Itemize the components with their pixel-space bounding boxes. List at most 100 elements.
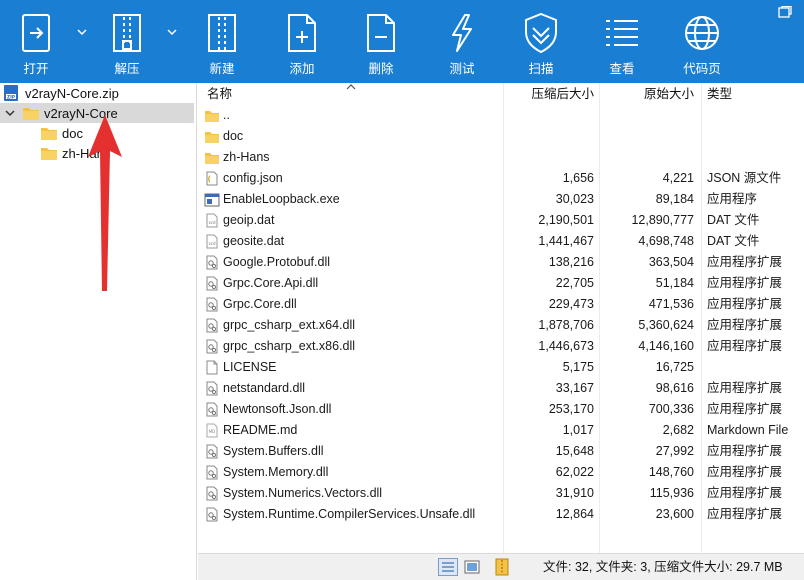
dll-file-icon (206, 297, 218, 312)
file-row[interactable]: .. (198, 105, 804, 126)
file-compressed-size: 1,446,673 (538, 339, 594, 353)
file-compressed-size: 1,656 (562, 171, 594, 185)
tree-item-archive[interactable]: ZIP v2rayN-Core.zip (3, 83, 193, 103)
blank-file-icon (206, 360, 218, 375)
file-row[interactable]: doc (198, 126, 804, 147)
scan-button[interactable]: 扫描 (517, 0, 565, 83)
file-name: doc (223, 129, 244, 143)
file-name: Newtonsoft.Json.dll (223, 402, 332, 416)
column-header-original[interactable]: 原始大小 (596, 83, 694, 105)
file-row[interactable]: System.Runtime.CompilerServices.Unsafe.d… (198, 504, 804, 525)
red-arrow-annotation (88, 115, 122, 291)
file-name: System.Memory.dll (223, 465, 329, 479)
file-compressed-size (508, 105, 594, 126)
exe-file-icon (204, 193, 220, 207)
file-original-size: 700,336 (648, 402, 694, 416)
file-name: zh-Hans (223, 150, 270, 164)
chevron-down-icon[interactable] (4, 107, 16, 119)
file-original-size: 27,992 (655, 444, 694, 458)
file-row[interactable]: grpc_csharp_ext.x86.dll 1,446,673 4,146,16… (198, 336, 804, 357)
status-text: 文件: 32, 文件夹: 3, 压缩文件大小: 29.7 MB (543, 560, 783, 574)
shield-icon (519, 10, 563, 56)
file-type: 应用程序扩展 (707, 381, 783, 395)
file-original-size: 16,725 (655, 360, 694, 374)
column-header-name[interactable]: 名称 (207, 83, 507, 105)
file-row[interactable]: System.Buffers.dll 15,648 27,992 应用程序扩展 (198, 441, 804, 462)
file-row[interactable]: System.Memory.dll 62,022 148,760 应用程序扩展 (198, 462, 804, 483)
file-type: 应用程序扩展 (707, 339, 783, 353)
file-compressed-size: 1,017 (562, 423, 594, 437)
delete-button[interactable]: 删除 (357, 0, 405, 83)
folder-icon (205, 153, 219, 164)
file-row[interactable]: config.json 1,656 4,221 JSON 源文件 (198, 168, 804, 189)
dll-file-icon (206, 276, 218, 291)
file-name: README.md (223, 423, 298, 437)
column-name-label: 名称 (207, 87, 233, 101)
dll-file-icon (206, 339, 218, 354)
file-original-size: 363,504 (648, 255, 694, 269)
file-original-size: 51,184 (655, 276, 694, 290)
file-type: 应用程序扩展 (707, 486, 783, 500)
file-original-size: 115,936 (649, 486, 694, 500)
file-row[interactable]: LICENSE 5,175 16,725 (198, 357, 804, 378)
details-view-icon[interactable] (438, 558, 458, 576)
zip-archive-icon: ZIP (4, 85, 18, 101)
test-button[interactable]: 测试 (438, 0, 486, 83)
md-file-icon: MD (206, 423, 218, 438)
scan-label: 扫描 (528, 62, 554, 76)
file-compressed-size: 31,910 (555, 486, 594, 500)
file-row[interactable]: EnableLoopback.exe 30,023 89,184 应用程序 (198, 189, 804, 210)
add-button[interactable]: 添加 (278, 0, 326, 83)
file-original-size: 4,221 (662, 171, 694, 185)
file-type: 应用程序扩展 (707, 444, 783, 458)
file-row[interactable]: Google.Protobuf.dll 138,216 363,504 应用程序扩展 (198, 252, 804, 273)
file-compressed-size: 62,022 (555, 465, 594, 479)
file-type: 应用程序扩展 (707, 255, 783, 269)
file-type: JSON 源文件 (707, 171, 782, 185)
file-name: EnableLoopback.exe (223, 192, 340, 206)
delete-label: 删除 (368, 62, 394, 76)
codepage-button[interactable]: 代码页 (678, 0, 726, 83)
file-type: 应用程序扩展 (707, 465, 783, 479)
view-button[interactable]: 查看 (598, 0, 646, 83)
dll-file-icon (206, 381, 218, 396)
folder-icon (41, 148, 57, 160)
column-header-type[interactable]: 类型 (707, 83, 797, 105)
file-compressed-size (508, 126, 594, 147)
file-row[interactable]: grpc_csharp_ext.x64.dll 1,878,706 5,360,62… (198, 315, 804, 336)
file-row[interactable]: MD README.md 1,017 2,682 Markdown File (198, 420, 804, 441)
extract-label: 解压 (114, 62, 140, 76)
file-row[interactable]: Grpc.Core.Api.dll 22,705 51,184 应用程序扩展 (198, 273, 804, 294)
dll-file-icon (206, 444, 218, 459)
file-type: 应用程序扩展 (707, 276, 783, 290)
thumbnail-view-icon[interactable] (462, 558, 482, 576)
codepage-label: 代码页 (683, 62, 721, 76)
extract-button[interactable]: 解压 (103, 0, 151, 83)
file-name: Grpc.Core.dll (223, 297, 297, 311)
dll-file-icon (206, 255, 218, 270)
file-row[interactable]: netstandard.dll 33,167 98,616 应用程序扩展 (198, 378, 804, 399)
file-original-size: 98,616 (655, 381, 694, 395)
file-name: LICENSE (223, 360, 277, 374)
archive-info-icon[interactable] (492, 558, 512, 576)
window-restore-icon[interactable] (778, 6, 792, 18)
file-name: System.Buffers.dll (223, 444, 324, 458)
extract-dropdown-icon[interactable] (166, 26, 178, 38)
column-header-compressed[interactable]: 压缩后大小 (508, 83, 594, 105)
new-button[interactable]: 新建 (198, 0, 246, 83)
file-row[interactable]: Newtonsoft.Json.dll 253,170 700,336 应用程序扩展 (198, 399, 804, 420)
file-row[interactable]: vcd geoip.dat 2,190,501 12,890,777 DAT 文件 (198, 210, 804, 231)
dll-file-icon (206, 465, 218, 480)
open-dropdown-icon[interactable] (76, 26, 88, 38)
file-row[interactable]: Grpc.Core.dll 229,473 471,536 应用程序扩展 (198, 294, 804, 315)
folder-icon (205, 111, 219, 122)
file-name: config.json (223, 171, 283, 185)
file-row[interactable]: zh-Hans (198, 147, 804, 168)
add-file-icon (280, 10, 324, 56)
file-row[interactable]: System.Numerics.Vectors.dll 31,910 115,936… (198, 483, 804, 504)
file-original-size: 2,682 (662, 423, 694, 437)
open-button[interactable]: 打开 (12, 0, 60, 83)
file-row[interactable]: vcd geosite.dat 1,441,467 4,698,748 DAT 文件 (198, 231, 804, 252)
file-compressed-size: 12,864 (555, 507, 594, 521)
file-compressed-size: 253,170 (548, 402, 594, 416)
